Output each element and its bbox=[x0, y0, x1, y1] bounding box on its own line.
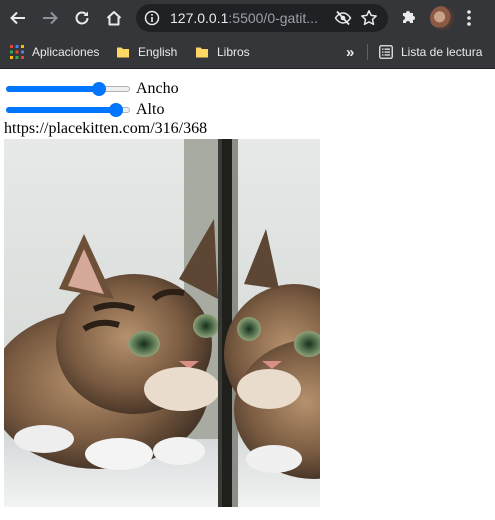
bookmark-label: Libros bbox=[217, 45, 250, 59]
reading-list-icon bbox=[379, 45, 393, 59]
back-arrow-icon bbox=[10, 11, 25, 25]
height-label: Alto bbox=[136, 101, 165, 118]
bookmarks-bar: Aplicaciones English Libros » Lista de l… bbox=[0, 36, 495, 69]
reload-button[interactable] bbox=[70, 6, 94, 30]
bookmark-libros[interactable]: Libros bbox=[195, 42, 250, 62]
folder-icon bbox=[195, 45, 209, 59]
home-icon bbox=[106, 11, 122, 26]
reading-list-button[interactable]: Lista de lectura bbox=[379, 42, 482, 62]
extensions-puzzle-icon[interactable] bbox=[399, 7, 419, 32]
height-slider[interactable] bbox=[4, 102, 132, 118]
address-bar[interactable]: 127.0.0.1:5500/0-gatit... bbox=[136, 4, 388, 32]
slider-fill bbox=[6, 86, 99, 92]
width-label: Ancho bbox=[136, 80, 179, 97]
bookmark-english[interactable]: English bbox=[116, 42, 177, 62]
kitten-image bbox=[4, 139, 320, 507]
url-host: 127.0.0.1 bbox=[170, 10, 229, 26]
reading-list-label: Lista de lectura bbox=[401, 45, 483, 59]
site-info-icon[interactable] bbox=[144, 10, 160, 31]
bookmark-star-icon[interactable] bbox=[360, 9, 378, 32]
bookmarks-divider bbox=[367, 44, 368, 60]
home-button[interactable] bbox=[102, 6, 126, 30]
forward-button[interactable] bbox=[38, 6, 62, 30]
width-slider[interactable] bbox=[4, 81, 132, 97]
eye-off-icon[interactable] bbox=[334, 10, 352, 31]
image-url-text: https://placekitten.com/316/368 bbox=[4, 120, 208, 137]
bookmarks-overflow-button[interactable]: » bbox=[346, 42, 354, 62]
slider-fill bbox=[6, 107, 116, 113]
profile-avatar[interactable] bbox=[430, 6, 454, 30]
overflow-chevron-icon: » bbox=[346, 43, 355, 61]
apps-grid-icon bbox=[10, 45, 24, 59]
slider-thumb[interactable] bbox=[91, 82, 106, 96]
more-menu-icon[interactable] bbox=[466, 8, 472, 33]
slider-thumb[interactable] bbox=[108, 103, 123, 117]
reload-icon bbox=[75, 11, 89, 25]
bookmark-label: English bbox=[138, 45, 178, 59]
address-url[interactable]: 127.0.0.1:5500/0-gatit... bbox=[170, 10, 330, 26]
page-content: Ancho Alto https://placekitten.com/316/3… bbox=[0, 69, 495, 520]
forward-arrow-icon bbox=[43, 11, 58, 25]
bookmark-label: Aplicaciones bbox=[32, 45, 100, 59]
folder-icon bbox=[116, 45, 130, 59]
url-path: :5500/0-gatit... bbox=[228, 10, 318, 26]
width-control: Ancho bbox=[4, 79, 179, 99]
back-button[interactable] bbox=[6, 6, 30, 30]
height-control: Alto bbox=[4, 100, 164, 120]
bookmark-apps[interactable]: Aplicaciones bbox=[10, 42, 99, 62]
browser-toolbar: 127.0.0.1:5500/0-gatit... bbox=[0, 0, 495, 36]
